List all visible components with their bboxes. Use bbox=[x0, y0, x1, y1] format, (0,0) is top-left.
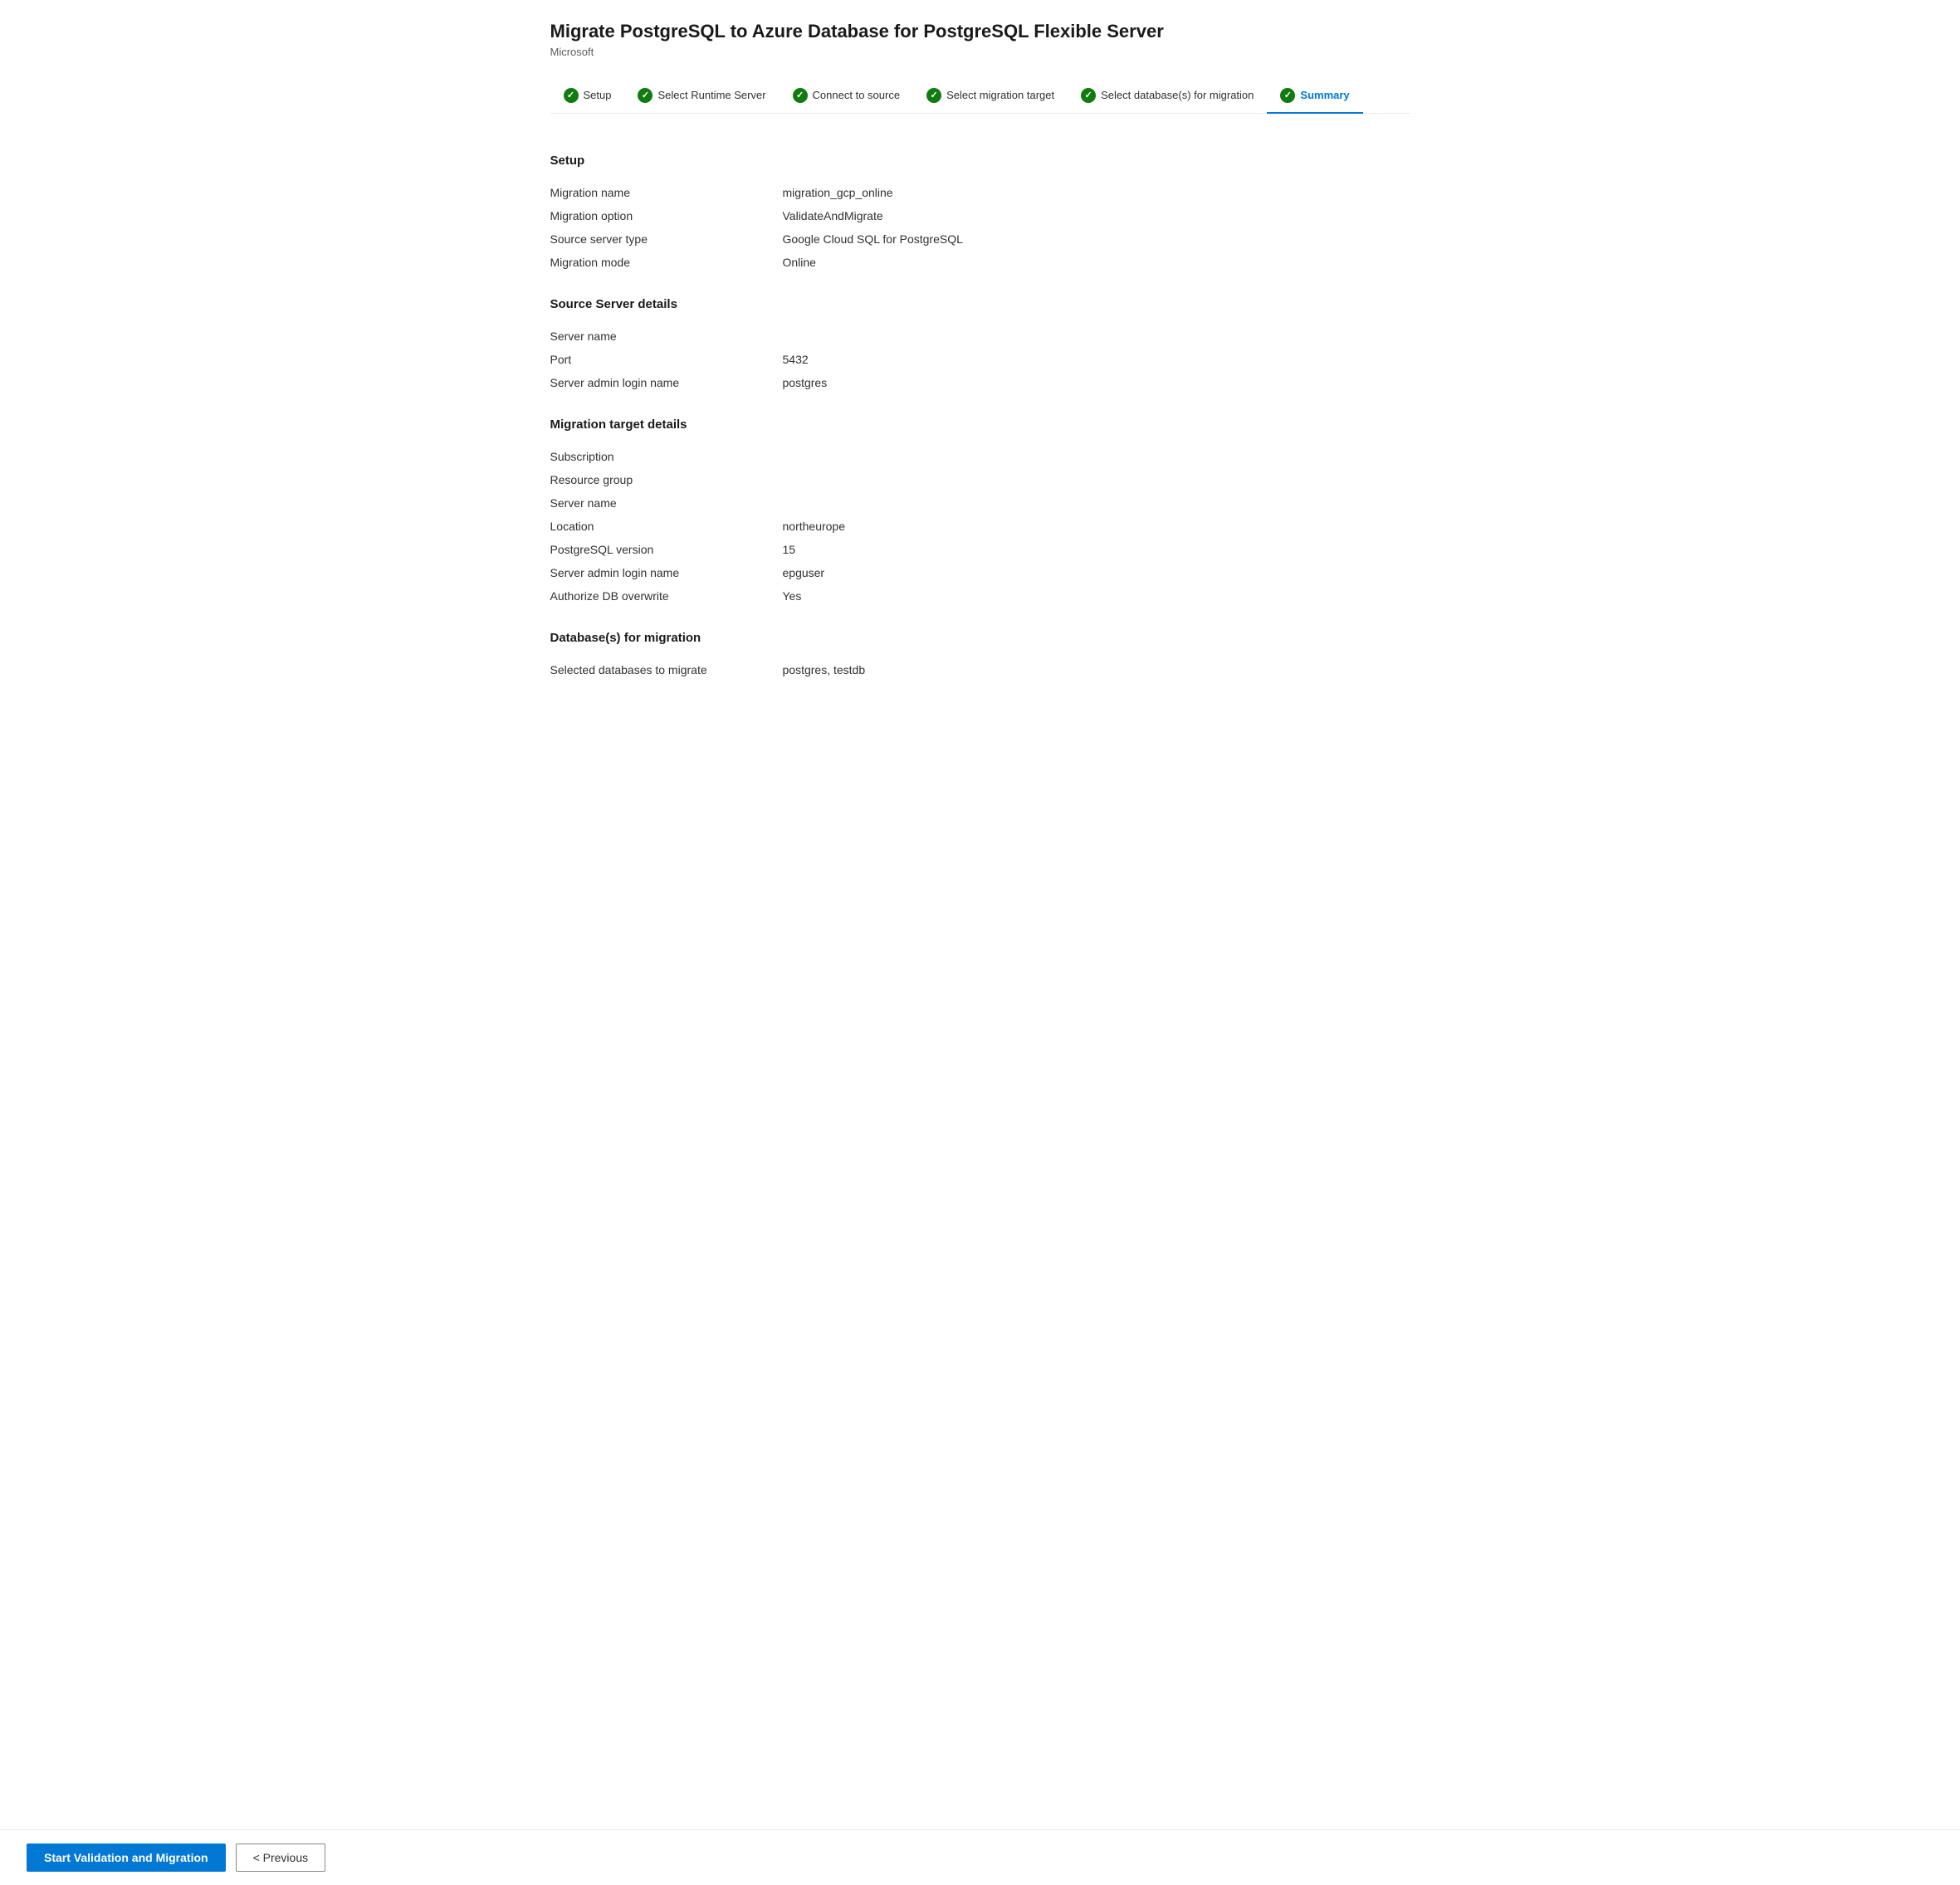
step-setup[interactable]: Setup bbox=[550, 78, 625, 113]
table-row: PostgreSQL version 15 bbox=[550, 538, 1410, 561]
label-migration-option: Migration option bbox=[550, 209, 783, 222]
table-row: Server admin login name epguser bbox=[550, 561, 1410, 584]
step-databases-check-icon bbox=[1081, 88, 1096, 103]
start-validation-migration-button[interactable]: Start Validation and Migration bbox=[27, 1843, 226, 1872]
value-source-admin-login: postgres bbox=[783, 376, 828, 389]
page-header: Migrate PostgreSQL to Azure Database for… bbox=[550, 20, 1410, 58]
step-target-label: Select migration target bbox=[946, 89, 1054, 101]
page-subtitle: Microsoft bbox=[550, 46, 1410, 58]
step-setup-check-icon bbox=[564, 88, 579, 103]
value-target-admin-login: epguser bbox=[783, 566, 825, 579]
target-detail-table: Subscription Resource group Server name … bbox=[550, 445, 1410, 608]
table-row: Subscription bbox=[550, 445, 1410, 468]
label-migration-mode: Migration mode bbox=[550, 256, 783, 269]
page-title: Migrate PostgreSQL to Azure Database for… bbox=[550, 20, 1410, 44]
step-target-check-icon bbox=[926, 88, 941, 103]
value-source-server-type: Google Cloud SQL for PostgreSQL bbox=[783, 232, 963, 246]
label-subscription: Subscription bbox=[550, 450, 783, 463]
value-migration-option: ValidateAndMigrate bbox=[783, 209, 883, 222]
step-setup-label: Setup bbox=[584, 89, 612, 101]
value-authorize-db-overwrite: Yes bbox=[783, 589, 802, 603]
value-migration-name: migration_gcp_online bbox=[783, 186, 893, 199]
footer: Start Validation and Migration < Previou… bbox=[0, 1829, 1960, 1885]
step-runtime-label: Select Runtime Server bbox=[657, 89, 765, 101]
table-row: Resource group bbox=[550, 468, 1410, 491]
step-connect-label: Connect to source bbox=[813, 89, 901, 101]
table-row: Server name bbox=[550, 491, 1410, 515]
step-connect-check-icon bbox=[793, 88, 808, 103]
step-summary[interactable]: Summary bbox=[1267, 78, 1362, 113]
label-source-admin-login: Server admin login name bbox=[550, 376, 783, 389]
step-runtime-server[interactable]: Select Runtime Server bbox=[624, 78, 779, 113]
label-source-port: Port bbox=[550, 353, 783, 366]
label-source-server-type: Source server type bbox=[550, 232, 783, 246]
databases-section-title: Database(s) for migration bbox=[550, 631, 1410, 645]
table-row: Authorize DB overwrite Yes bbox=[550, 584, 1410, 608]
value-selected-databases: postgres, testdb bbox=[783, 663, 866, 676]
label-authorize-db-overwrite: Authorize DB overwrite bbox=[550, 589, 783, 603]
step-runtime-check-icon bbox=[638, 88, 653, 103]
label-target-server-name: Server name bbox=[550, 496, 783, 510]
label-selected-databases: Selected databases to migrate bbox=[550, 663, 783, 676]
table-row: Source server type Google Cloud SQL for … bbox=[550, 227, 1410, 251]
source-server-detail-table: Server name Port 5432 Server admin login… bbox=[550, 325, 1410, 394]
wizard-steps: Setup Select Runtime Server Connect to s… bbox=[550, 78, 1410, 114]
label-location: Location bbox=[550, 520, 783, 533]
databases-detail-table: Selected databases to migrate postgres, … bbox=[550, 658, 1410, 681]
value-postgresql-version: 15 bbox=[783, 543, 796, 556]
step-connect-source[interactable]: Connect to source bbox=[780, 78, 914, 113]
label-target-admin-login: Server admin login name bbox=[550, 566, 783, 579]
setup-detail-table: Migration name migration_gcp_online Migr… bbox=[550, 181, 1410, 274]
table-row: Migration option ValidateAndMigrate bbox=[550, 204, 1410, 227]
source-server-section-title: Source Server details bbox=[550, 297, 1410, 311]
step-summary-check-icon bbox=[1280, 88, 1295, 103]
target-section-title: Migration target details bbox=[550, 418, 1410, 432]
label-source-server-name: Server name bbox=[550, 330, 783, 343]
table-row: Port 5432 bbox=[550, 348, 1410, 371]
previous-button[interactable]: < Previous bbox=[236, 1843, 326, 1872]
value-migration-mode: Online bbox=[783, 256, 816, 269]
label-migration-name: Migration name bbox=[550, 186, 783, 199]
label-resource-group: Resource group bbox=[550, 473, 783, 486]
table-row: Location northeurope bbox=[550, 515, 1410, 538]
table-row: Server admin login name postgres bbox=[550, 371, 1410, 394]
content-area: Setup Migration name migration_gcp_onlin… bbox=[550, 140, 1410, 711]
table-row: Migration name migration_gcp_online bbox=[550, 181, 1410, 204]
table-row: Server name bbox=[550, 325, 1410, 348]
table-row: Selected databases to migrate postgres, … bbox=[550, 658, 1410, 681]
label-postgresql-version: PostgreSQL version bbox=[550, 543, 783, 556]
step-databases-label: Select database(s) for migration bbox=[1101, 89, 1254, 101]
step-summary-label: Summary bbox=[1300, 89, 1349, 101]
step-migration-target[interactable]: Select migration target bbox=[913, 78, 1068, 113]
value-source-port: 5432 bbox=[783, 353, 809, 366]
value-location: northeurope bbox=[783, 520, 846, 533]
table-row: Migration mode Online bbox=[550, 251, 1410, 274]
setup-section-title: Setup bbox=[550, 154, 1410, 168]
step-select-databases[interactable]: Select database(s) for migration bbox=[1068, 78, 1267, 113]
